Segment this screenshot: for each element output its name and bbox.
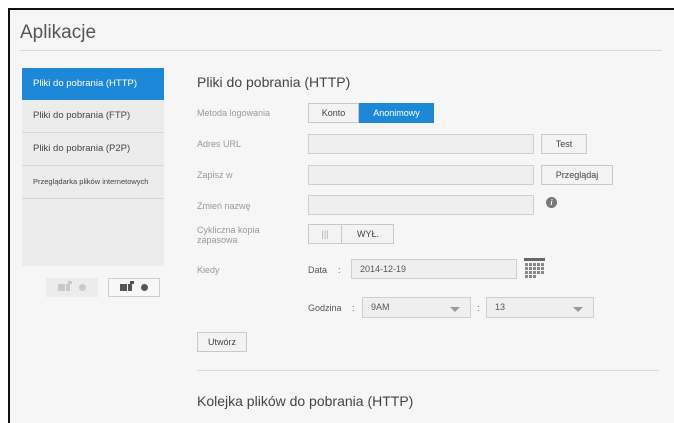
minute-select[interactable]: 13	[486, 297, 594, 318]
sidebar-item-web-file-browser[interactable]: Przeglądarka plików internetowych	[22, 166, 164, 199]
login-method-label: Metoda logowania	[197, 108, 271, 118]
save-to-input[interactable]	[308, 165, 534, 185]
backup-label: Cykliczna kopia zapasowa	[197, 225, 260, 245]
rename-label: Zmień nazwę	[197, 201, 251, 211]
rename-input[interactable]	[308, 195, 534, 215]
toggle-grip: |||	[309, 225, 342, 243]
save-to-label: Zapisz w	[197, 170, 233, 180]
minute-value: 13	[495, 302, 506, 312]
section-title: Pliki do pobrania (HTTP)	[197, 74, 351, 90]
url-label: Adres URL	[197, 139, 242, 149]
sidebar-item-p2p[interactable]: Pliki do pobrania (P2P)	[22, 133, 164, 166]
toggle-value: WYŁ.	[356, 229, 379, 239]
section-divider	[197, 370, 659, 371]
login-account-button[interactable]: Konto	[308, 103, 359, 123]
create-button[interactable]: Utwórz	[197, 332, 247, 352]
date-separator: :	[338, 265, 341, 275]
backup-toggle[interactable]: ||| WYŁ.	[308, 224, 394, 244]
test-button[interactable]: Test	[541, 134, 587, 154]
title-divider	[20, 50, 662, 51]
chevron-down-icon	[573, 307, 583, 312]
time-label: Godzina	[308, 303, 342, 313]
calendar-icon[interactable]	[524, 258, 545, 279]
browse-button[interactable]: Przeglądaj	[541, 165, 613, 185]
url-input[interactable]	[308, 134, 534, 154]
page-title: Aplikacje	[20, 22, 97, 43]
when-label: Kiedy	[197, 265, 220, 275]
queue-title: Kolejka plików do pobrania (HTTP)	[197, 393, 414, 409]
remove-app-button[interactable]	[46, 278, 98, 297]
date-input[interactable]	[351, 259, 517, 279]
hour-value: 9AM	[371, 302, 390, 312]
sidebar-item-http[interactable]: Pliki do pobrania (HTTP)	[22, 68, 164, 100]
minute-separator: :	[477, 303, 480, 313]
hour-select[interactable]: 9AM	[362, 297, 471, 318]
sidebar: Pliki do pobrania (HTTP) Pliki do pobran…	[22, 68, 164, 266]
date-label: Data	[308, 265, 328, 275]
chevron-down-icon	[450, 307, 460, 312]
time-separator: :	[352, 303, 355, 313]
info-icon[interactable]: i	[546, 197, 557, 208]
sidebar-item-ftp[interactable]: Pliki do pobrania (FTP)	[22, 100, 164, 133]
add-app-button[interactable]	[108, 278, 160, 297]
login-anonymous-button[interactable]: Anonimowy	[359, 103, 434, 123]
